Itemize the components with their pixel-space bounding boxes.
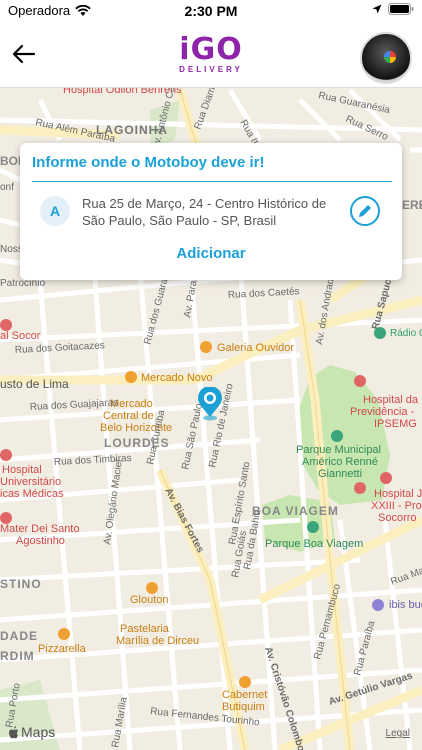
- hospital-icon: [0, 319, 12, 331]
- map-label-onf: onf: [0, 182, 14, 193]
- map-label-rua-goitacazes: Rua dos Goitacazes: [15, 340, 106, 356]
- legal-link[interactable]: Legal: [386, 728, 410, 739]
- map-pin-icon: [198, 386, 222, 421]
- location-pin[interactable]: [195, 386, 225, 426]
- map-label-ibis: ibis budge: [389, 599, 422, 611]
- header: iGO DELIVERY: [0, 22, 422, 88]
- location-arrow-icon: [372, 4, 382, 14]
- park-icon: [331, 430, 343, 442]
- map-label-hospital-xxiii: Hospital JoãoXXIII - ProntoSocorro: [371, 488, 422, 524]
- map-label-al-socor: al Socor: [0, 330, 41, 342]
- brand-logo: iGO DELIVERY: [0, 32, 422, 75]
- maps-attribution: Maps: [8, 724, 55, 740]
- hospital-icon: [354, 482, 366, 494]
- map-label-galeria: Galeria Ouvidor: [217, 342, 294, 354]
- park-icon: [307, 521, 319, 533]
- map-label-pastelaria: Pastelaria Marília de Dirceu: [116, 623, 199, 647]
- apple-logo-icon: [9, 725, 19, 738]
- add-button[interactable]: Adicionar: [20, 245, 402, 262]
- status-time: 2:30 PM: [184, 3, 238, 19]
- map-label-cabernet: Cabernet Butiquim: [222, 689, 267, 713]
- stop-badge: A: [40, 196, 70, 226]
- map-label-radio: Rádio C: [390, 328, 422, 339]
- destination-card: Informe onde o Motoboy deve ir! A Rua 25…: [20, 143, 402, 280]
- status-bar: Operadora 2:30 PM: [0, 0, 422, 22]
- logo-main: iGO: [179, 32, 243, 67]
- hotel-icon: [372, 599, 384, 611]
- map-label-boa-viagem: BOA VIAGEM: [252, 504, 339, 518]
- map-label-dade: DADE: [0, 629, 38, 643]
- hospital-icon: [0, 449, 12, 461]
- market-icon: [125, 371, 137, 383]
- radio-icon: [374, 327, 386, 339]
- restaurant-icon: [58, 628, 70, 640]
- card-divider: [32, 181, 392, 182]
- map-label-rua-marques: Rua Marquês: [389, 557, 422, 588]
- hospital-icon: [380, 472, 392, 484]
- map-label-stino: STINO: [0, 577, 42, 591]
- mall-icon: [200, 341, 212, 353]
- map-label-augusto-lima: usto de Lima: [0, 377, 69, 391]
- restaurant-icon: [239, 676, 251, 688]
- pencil-icon: [359, 205, 371, 217]
- avatar-logo-icon: [384, 51, 396, 63]
- card-title: Informe onde o Motoboy deve ir!: [32, 154, 265, 171]
- map-label-pizzarella: Pizzarella: [38, 643, 87, 655]
- user-avatar[interactable]: [360, 32, 412, 84]
- map-label-lourdes: LOURDES: [104, 436, 170, 450]
- status-right: [372, 3, 414, 15]
- map-label-av-bias: Av. Bias Fortes: [162, 486, 206, 555]
- map-label-mercado-novo: Mercado Novo: [141, 372, 213, 384]
- map-label-eres: ERES: [402, 198, 422, 212]
- edit-address-button[interactable]: [350, 196, 380, 226]
- hospital-icon: [0, 512, 12, 524]
- maps-credit-text: Maps: [21, 724, 56, 740]
- restaurant-icon: [146, 582, 158, 594]
- hospital-icon: [354, 375, 366, 387]
- map-label-rua-caetes: Rua dos Caetés: [228, 286, 300, 301]
- map-label-parque-boa-viagem: Parque Boa Viagem: [265, 538, 363, 550]
- logo-sub: DELIVERY: [179, 65, 243, 74]
- map-label-rdim: RDIM: [0, 649, 35, 663]
- map-label-glouton: Glouton: [130, 594, 169, 606]
- battery-icon: [388, 3, 414, 15]
- address-text[interactable]: Rua 25 de Março, 24 - Centro Histórico d…: [82, 195, 342, 229]
